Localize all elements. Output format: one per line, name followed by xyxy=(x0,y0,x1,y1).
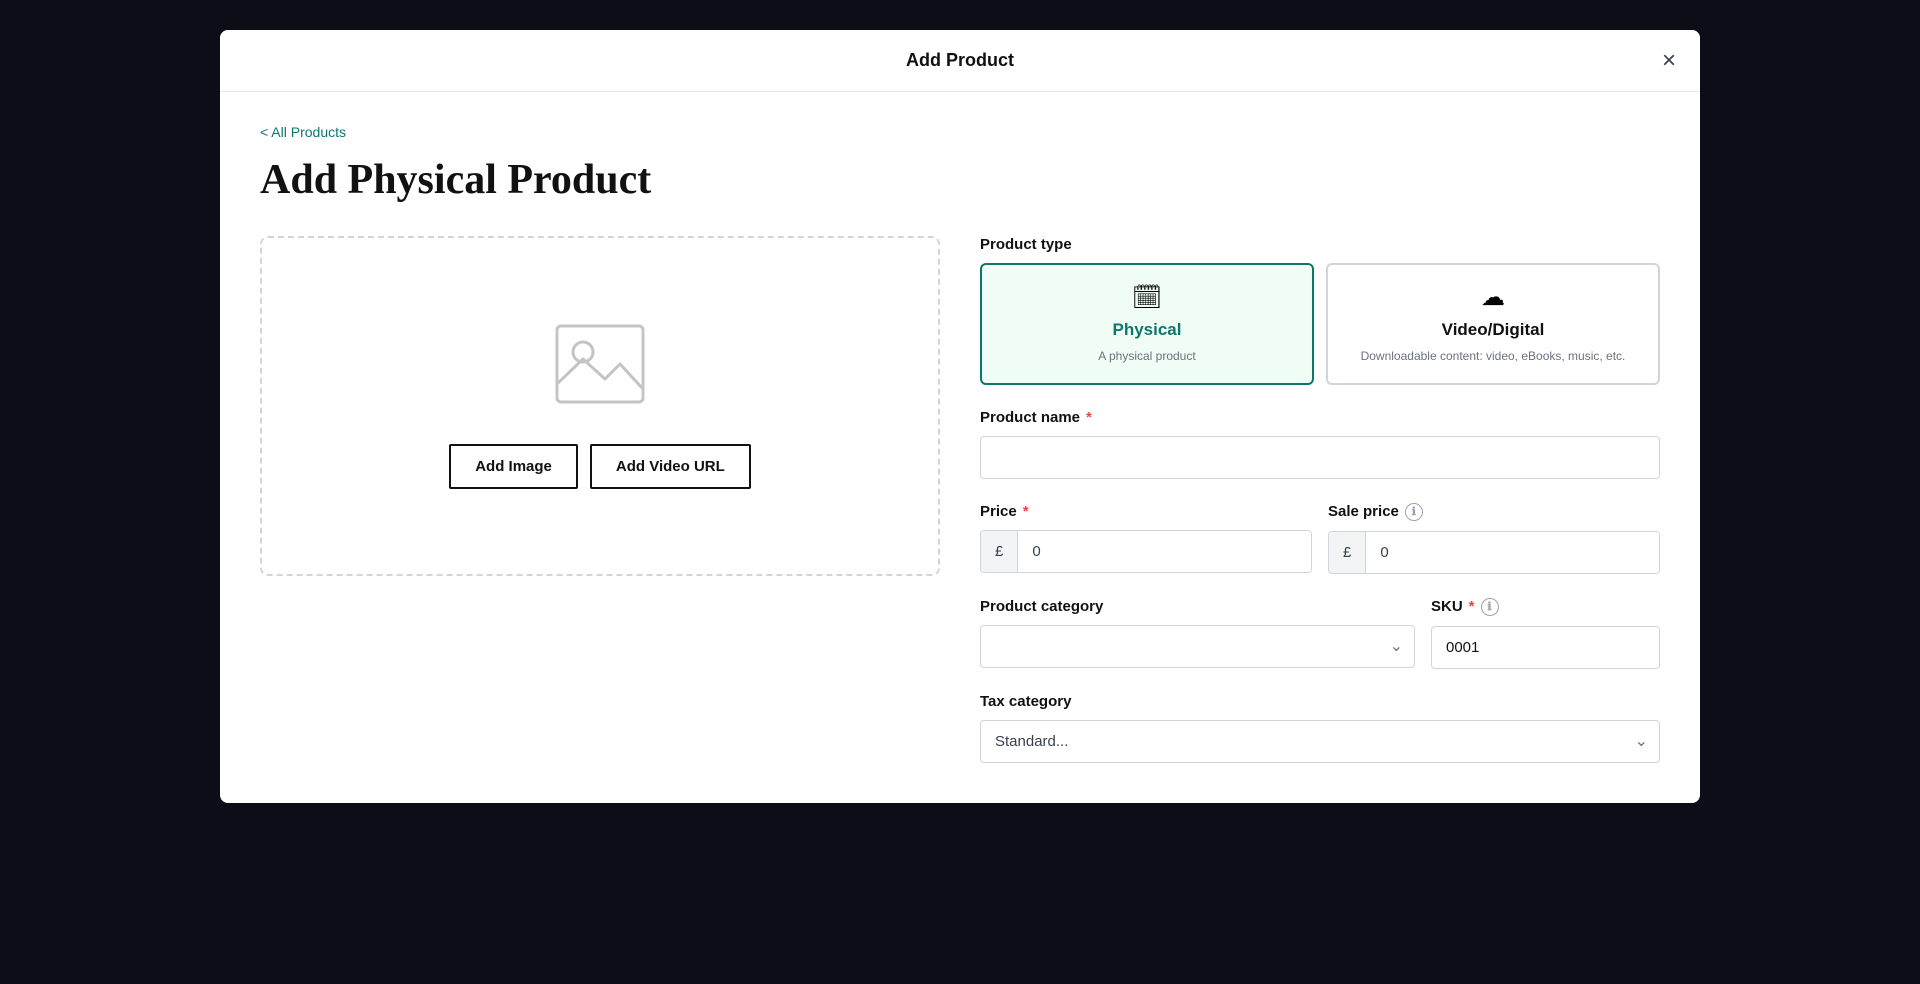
modal-title: Add Product xyxy=(906,50,1014,71)
sale-price-info-icon[interactable]: ℹ xyxy=(1405,503,1423,521)
physical-type-desc: A physical product xyxy=(1098,348,1195,365)
sale-price-section: Sale price ℹ £ xyxy=(1328,503,1660,574)
sku-input[interactable] xyxy=(1431,626,1660,669)
sku-info-icon[interactable]: ℹ xyxy=(1481,598,1499,616)
sku-label: SKU * ℹ xyxy=(1431,598,1660,616)
product-type-physical[interactable]: 🗓 Physical A physical product xyxy=(980,263,1314,385)
product-type-section: Product type 🗓 Physical A physical produ… xyxy=(980,236,1660,385)
modal-overlay: Add Product × < All Products Add Physica… xyxy=(0,0,1920,984)
sku-section: SKU * ℹ xyxy=(1431,598,1660,669)
physical-icon: 🗓 xyxy=(1132,283,1162,312)
add-video-url-button[interactable]: Add Video URL xyxy=(590,444,751,489)
tax-category-label: Tax category xyxy=(980,693,1660,710)
form-right: Product type 🗓 Physical A physical produ… xyxy=(980,236,1660,763)
form-layout: Add Image Add Video URL Product type 🗓 P… xyxy=(260,236,1660,763)
product-name-section: Product name * xyxy=(980,409,1660,479)
sale-price-label: Sale price ℹ xyxy=(1328,503,1660,521)
price-input[interactable] xyxy=(1018,531,1311,572)
physical-type-name: Physical xyxy=(1113,320,1182,340)
digital-type-desc: Downloadable content: video, eBooks, mus… xyxy=(1361,348,1626,365)
sale-price-currency: £ xyxy=(1329,532,1366,573)
upload-buttons: Add Image Add Video URL xyxy=(449,444,751,489)
sale-price-input[interactable] xyxy=(1366,532,1659,573)
page-heading: Add Physical Product xyxy=(260,156,1660,204)
close-button[interactable]: × xyxy=(1662,49,1676,73)
price-currency: £ xyxy=(981,531,1018,572)
price-row: Price * £ Sale price ℹ xyxy=(980,503,1660,574)
image-upload-area: Add Image Add Video URL xyxy=(260,236,940,576)
breadcrumb: < All Products xyxy=(260,124,1660,140)
tax-category-select[interactable]: Standard... xyxy=(980,720,1660,763)
sale-price-input-wrapper: £ xyxy=(1328,531,1660,574)
add-product-modal: Add Product × < All Products Add Physica… xyxy=(220,30,1700,803)
product-name-input[interactable] xyxy=(980,436,1660,479)
price-label: Price * xyxy=(980,503,1312,520)
tax-category-select-wrapper: Standard... ⌄ xyxy=(980,720,1660,763)
price-section: Price * £ xyxy=(980,503,1312,574)
product-category-section: Product category ⌄ xyxy=(980,598,1415,669)
product-type-label: Product type xyxy=(980,236,1660,253)
digital-type-name: Video/Digital xyxy=(1442,320,1545,340)
modal-body: < All Products Add Physical Product xyxy=(220,92,1700,803)
product-category-select[interactable] xyxy=(980,625,1415,668)
digital-icon: ☁ xyxy=(1481,283,1505,312)
add-image-button[interactable]: Add Image xyxy=(449,444,578,489)
modal-header: Add Product × xyxy=(220,30,1700,92)
category-sku-row: Product category ⌄ SKU * xyxy=(980,598,1660,669)
price-input-wrapper: £ xyxy=(980,530,1312,573)
product-name-required: * xyxy=(1086,409,1092,426)
product-name-label: Product name * xyxy=(980,409,1660,426)
all-products-link[interactable]: < All Products xyxy=(260,124,346,140)
product-type-options: 🗓 Physical A physical product ☁ Video/Di… xyxy=(980,263,1660,385)
product-type-digital[interactable]: ☁ Video/Digital Downloadable content: vi… xyxy=(1326,263,1660,385)
product-category-label: Product category xyxy=(980,598,1415,615)
image-placeholder-icon xyxy=(555,324,645,404)
sku-required: * xyxy=(1469,598,1475,615)
tax-category-section: Tax category Standard... ⌄ xyxy=(980,693,1660,763)
price-required: * xyxy=(1023,503,1029,520)
product-category-select-wrapper: ⌄ xyxy=(980,625,1415,668)
